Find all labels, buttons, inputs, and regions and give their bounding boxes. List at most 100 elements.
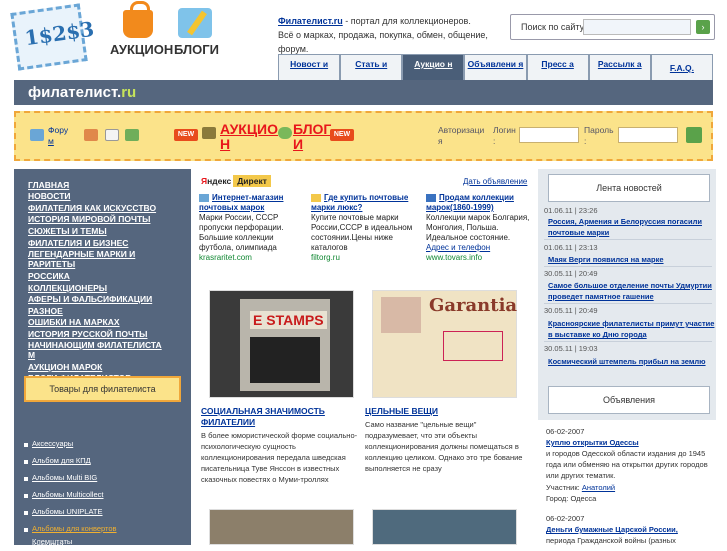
ad-url[interactable]: filtorg.ru (311, 253, 340, 262)
nav-world-post[interactable]: ИСТОРИЯ МИРОВОЙ ПОЧТЫ (28, 214, 188, 224)
nav-news[interactable]: НОВОСТИ (28, 191, 188, 201)
blogs-link[interactable]: БЛОГ И (293, 122, 331, 152)
nav-errors[interactable]: ОШИБКИ НА МАРКАХ (28, 317, 188, 327)
article-image-3[interactable] (209, 509, 354, 545)
site-logo-stamp[interactable]: 1$2$3 (10, 3, 96, 71)
classified-link[interactable]: Куплю открытки Одессы (546, 438, 639, 447)
blogs-a: БЛОГ (293, 121, 332, 137)
nav-beginners-2[interactable]: М (28, 350, 188, 360)
stamps-image-text: E STAMPS (250, 311, 327, 329)
news-title[interactable]: Красноярские филателисты примут участие … (548, 318, 716, 340)
blog-pencil-icon[interactable] (178, 8, 212, 38)
goods-item[interactable]: Альбомы Multi BIG (32, 473, 97, 483)
tab-auction[interactable]: Аукцио н (402, 54, 465, 80)
blog-globe-icon[interactable] (278, 127, 292, 139)
news-title[interactable]: Россия, Армения и Белоруссия погасили по… (548, 216, 716, 238)
forum-a: Фору (48, 125, 69, 135)
news-date: 30.05.11 | 20:49 (544, 306, 598, 315)
auction-logo-label[interactable]: АУКЦИОН (110, 42, 173, 57)
news-title[interactable]: Маяк Верги появился на марке (548, 254, 716, 265)
gavel-icon[interactable] (202, 127, 216, 139)
beatles-stamps-image[interactable]: E STAMPS (209, 290, 354, 398)
auction-link[interactable]: АУКЦИО Н (220, 122, 278, 152)
ads-panel: 06-02-2007 Куплю открытки Одессы и город… (538, 420, 716, 545)
site-link[interactable]: Филателист.ru (278, 16, 343, 26)
news-date: 30.05.11 | 19:03 (544, 344, 598, 353)
search-input[interactable] (583, 19, 691, 35)
ad-block-3: Продам коллекции марок(1860-1999) Коллек… (426, 193, 536, 263)
nav-frauds[interactable]: АФЕРЫ И ФАЛЬСИФИКАЦИИ (28, 294, 188, 304)
news-divider (544, 303, 712, 304)
nav-themes[interactable]: СЮЖЕТЫ И ТЕМЫ (28, 226, 188, 236)
nav-russian-post[interactable]: ИСТОРИЯ РУССКОЙ ПОЧТЫ (28, 329, 188, 339)
goods-item[interactable]: Альбом для КПД (32, 456, 91, 466)
nav-rarities[interactable]: РАРИТЕТЫ (28, 259, 188, 269)
ad-title[interactable]: Интернет-магазин почтовых марок (199, 193, 283, 212)
mail-icon[interactable] (105, 129, 119, 141)
nav-stamp-auction[interactable]: АУКЦИОН МАРОК (28, 362, 188, 372)
news-title[interactable]: Самое большое отделение почты Удмуртии п… (548, 280, 716, 302)
news-divider (544, 239, 712, 240)
goods-item[interactable]: Клемштаты (32, 537, 72, 547)
user-link[interactable]: Анатолий (582, 483, 615, 492)
nav-business[interactable]: ФИЛАТЕЛИЯ И БИЗНЕС (28, 238, 188, 248)
goods-item[interactable]: Аксессуары (32, 439, 73, 449)
tab-articles[interactable]: Стать и (340, 54, 403, 80)
nav-rossica[interactable]: РОССИКА (28, 271, 188, 281)
ad-title[interactable]: Где купить почтовые марки люкс? (311, 193, 408, 212)
yandex-direct-label: Яндекс Директ (201, 175, 271, 187)
ad-url[interactable]: krasraritet.com (199, 253, 252, 262)
pass-b: : (584, 136, 587, 146)
ya-rest: ндекс (207, 176, 232, 186)
pass-a: Пароль (584, 125, 614, 135)
bullet-icon (24, 460, 28, 464)
garantia-cover-image[interactable]: Garantia (372, 290, 517, 398)
new-badge-auction: NEW (174, 129, 198, 141)
goods-item[interactable]: Альбомы Multicollect (32, 490, 103, 500)
users-icon[interactable] (125, 129, 139, 141)
forum-link[interactable]: Фору м (48, 125, 68, 147)
password-input[interactable] (618, 127, 678, 143)
auction-bag-icon[interactable] (123, 1, 153, 38)
ad-url[interactable]: www.tovars.info (426, 253, 482, 262)
left-sidebar: ГЛАВНАЯ НОВОСТИ ФИЛАТЕЛИЯ КАК ИСКУССТВО … (14, 169, 191, 550)
tab-ads[interactable]: Объявлени я (464, 54, 527, 80)
nav-main[interactable]: ГЛАВНАЯ (28, 180, 188, 190)
login-a: Логин (493, 125, 516, 135)
home-icon[interactable] (84, 129, 98, 141)
blogs-logo-label[interactable]: БЛОГИ (174, 42, 219, 57)
forum-icon[interactable] (30, 129, 44, 141)
article-title[interactable]: СОЦИАЛЬНАЯ ЗНАЧИМОСТЬ ФИЛАТЕЛИИ (201, 406, 351, 428)
auction-b: Н (220, 136, 231, 152)
search-go-icon[interactable]: › (696, 20, 710, 34)
nav-misc[interactable]: РАЗНОЕ (28, 306, 188, 316)
classified-link[interactable]: Деньги бумажные Царской России, (546, 525, 678, 534)
news-title[interactable]: Космический штемпель прибыл на землю (548, 356, 716, 367)
tab-news[interactable]: Новост и (278, 54, 341, 80)
news-date: 01.06.11 | 23:26 (544, 206, 598, 215)
login-submit-icon[interactable] (686, 127, 702, 143)
give-ad-link[interactable]: Дать объявление (463, 177, 527, 186)
tab-mailing[interactable]: Рассылк а (588, 54, 651, 80)
login-b: : (493, 136, 496, 146)
brand-title[interactable]: филателист.ru (28, 84, 136, 101)
quick-bar: Фору м NEW АУКЦИО Н БЛОГ И NEW Авторизаци я … (14, 111, 713, 161)
article-image-4[interactable] (372, 509, 517, 545)
tab-faq[interactable]: F.A.Q. (650, 54, 713, 80)
nav-legendary[interactable]: ЛЕГЕНДАРНЫЕ МАРКИ И (28, 249, 188, 259)
login-input[interactable] (519, 127, 579, 143)
ad-title[interactable]: Продам коллекции марок(1860-1999) (426, 193, 514, 212)
bullet-icon (24, 528, 28, 532)
ad-contact-link[interactable]: Адрес и телефон (426, 243, 490, 252)
search-box: Поиск по сайту › (510, 14, 715, 40)
nav-collectors[interactable]: КОЛЛЕКЦИОНЕРЫ (28, 283, 188, 293)
news-panel-title: Лента новостей (548, 174, 710, 202)
nav-art[interactable]: ФИЛАТЕЛИЯ КАК ИСКУССТВО (28, 203, 188, 213)
goods-item[interactable]: Альбомы UNIPLATE (32, 507, 103, 517)
nav-beginners[interactable]: НАЧИНАЮЩИМ ФИЛАТЕЛИСТА (28, 340, 188, 350)
goods-item-active[interactable]: Альбомы для конвертов (32, 524, 117, 534)
portal-description: Филателист.ru - портал для коллекционеро… (278, 14, 508, 56)
tab-press[interactable]: Пресс а (526, 54, 589, 80)
article-title[interactable]: ЦЕЛЬНЫЕ ВЕЩИ (365, 406, 515, 417)
goods-header[interactable]: Товары для филателиста (24, 376, 181, 402)
